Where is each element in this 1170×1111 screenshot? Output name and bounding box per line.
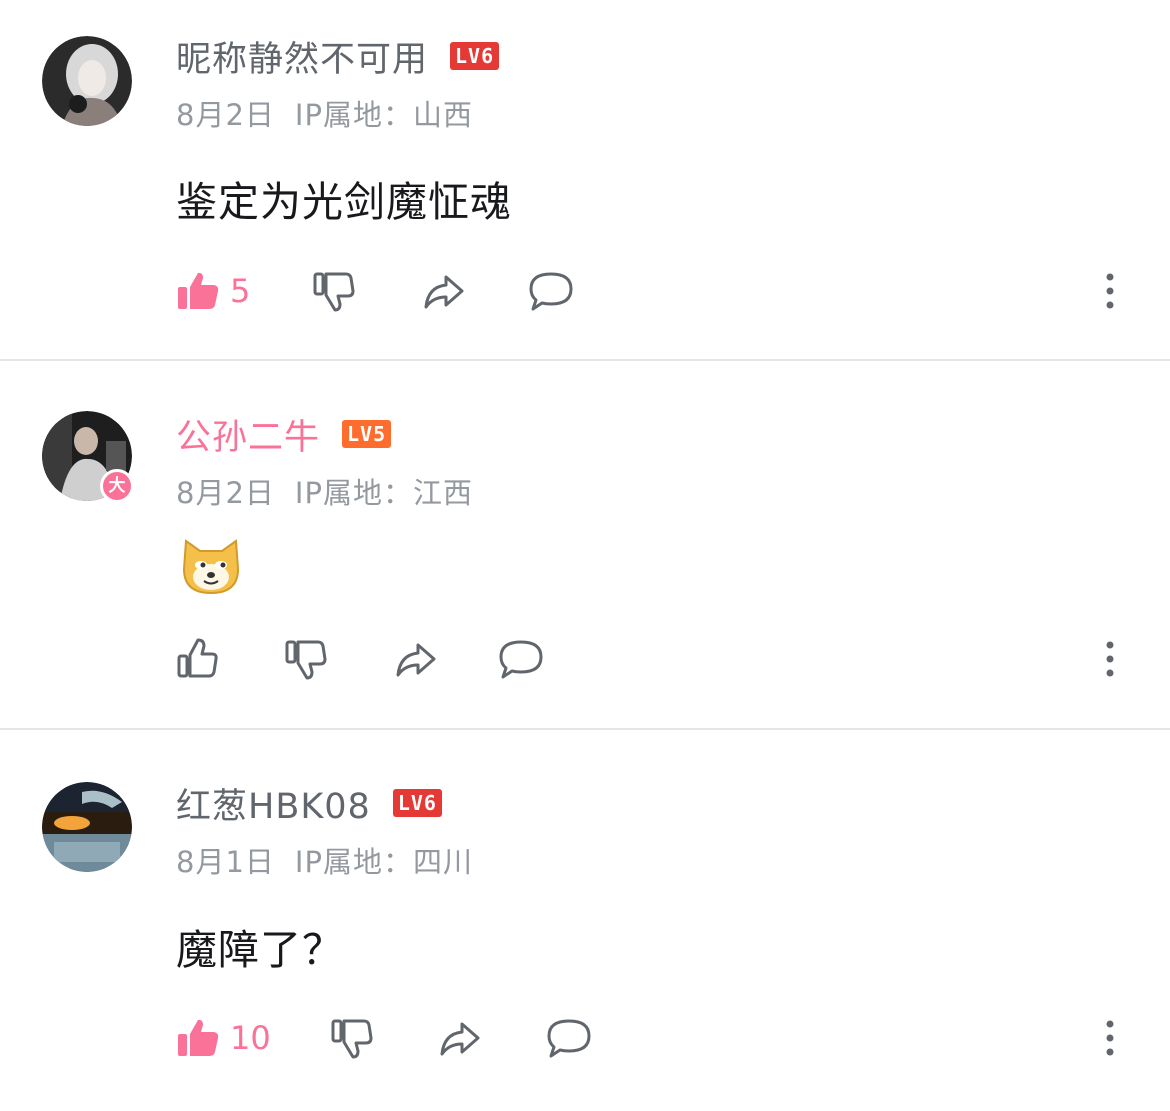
like-count: 5 bbox=[230, 272, 251, 310]
comment-bubble-icon bbox=[499, 640, 543, 679]
more-options-button[interactable] bbox=[1104, 1013, 1116, 1063]
ip-location: IP属地：江西 bbox=[294, 476, 473, 510]
name-row: 红葱HBK08 LV6 bbox=[176, 778, 442, 828]
avatar[interactable]: 大 bbox=[42, 411, 134, 503]
comment-meta: 8月1日 IP属地：四川 bbox=[176, 839, 473, 881]
thumbs-down-icon bbox=[331, 1019, 373, 1059]
user-avatar-game-scene-icon bbox=[42, 782, 132, 872]
like-button[interactable] bbox=[176, 634, 220, 684]
thumbs-down-icon bbox=[313, 272, 355, 312]
more-options-button[interactable] bbox=[1104, 634, 1116, 684]
reply-button[interactable] bbox=[498, 634, 544, 684]
more-options-button[interactable] bbox=[1104, 266, 1116, 316]
avatar[interactable] bbox=[42, 36, 132, 126]
comment-item: 红葱HBK08 LV6 8月1日 IP属地：四川 魔障了？ 10 bbox=[0, 730, 1170, 1111]
level-badge: LV5 bbox=[342, 420, 392, 448]
action-bar: 5 bbox=[176, 266, 1136, 316]
thumbs-up-filled-icon bbox=[178, 1019, 219, 1056]
share-button[interactable] bbox=[394, 634, 438, 684]
level-badge: LV6 bbox=[450, 42, 500, 70]
username[interactable]: 公孙二牛 bbox=[176, 409, 320, 460]
avatar[interactable] bbox=[42, 782, 132, 872]
dislike-button[interactable] bbox=[330, 1013, 374, 1063]
comment-bubble-icon bbox=[547, 1019, 591, 1058]
comment-date: 8月2日 bbox=[176, 476, 275, 510]
dislike-button[interactable] bbox=[284, 634, 328, 684]
comment-meta: 8月2日 IP属地：江西 bbox=[176, 470, 473, 512]
comment-date: 8月1日 bbox=[176, 845, 275, 879]
action-bar: 10 bbox=[176, 1013, 1136, 1063]
share-button[interactable] bbox=[422, 266, 466, 316]
thumbs-up-filled-icon bbox=[178, 272, 219, 309]
comment-feed: 昵称静然不可用 LV6 8月2日 IP属地：山西 鉴定为光剑魔怔魂 5 大 公孙… bbox=[0, 0, 1170, 1111]
ip-location: IP属地：山西 bbox=[294, 98, 473, 132]
username[interactable]: 昵称静然不可用 bbox=[176, 31, 428, 82]
user-avatar-grey-figure-icon bbox=[42, 36, 132, 126]
action-bar bbox=[176, 634, 1136, 684]
like-button[interactable]: 10 bbox=[176, 1013, 271, 1063]
comment-item: 大 公孙二牛 LV5 8月2日 IP属地：江西 bbox=[0, 361, 1170, 729]
comment-item: 昵称静然不可用 LV6 8月2日 IP属地：山西 鉴定为光剑魔怔魂 5 bbox=[0, 0, 1170, 360]
comment-date: 8月2日 bbox=[176, 98, 275, 132]
level-badge: LV6 bbox=[392, 789, 442, 817]
more-vertical-icon bbox=[1106, 641, 1114, 677]
comment-text: 鉴定为光剑魔怔魂 bbox=[176, 178, 512, 226]
big-member-badge: 大 bbox=[100, 469, 134, 503]
reply-button[interactable] bbox=[528, 266, 574, 316]
share-arrow-icon bbox=[440, 1022, 480, 1056]
username[interactable]: 红葱HBK08 bbox=[176, 778, 371, 829]
comment-bubble-icon bbox=[529, 272, 573, 311]
comment-meta: 8月2日 IP属地：山西 bbox=[176, 92, 473, 134]
share-arrow-icon bbox=[424, 275, 464, 309]
dislike-button[interactable] bbox=[312, 266, 356, 316]
thumbs-up-icon bbox=[177, 638, 218, 678]
doge-emoji-icon bbox=[180, 535, 242, 597]
more-vertical-icon bbox=[1106, 273, 1114, 309]
like-count: 10 bbox=[230, 1019, 271, 1057]
thumbs-down-icon bbox=[285, 640, 327, 680]
ip-location: IP属地：四川 bbox=[294, 845, 473, 879]
name-row: 公孙二牛 LV5 bbox=[176, 409, 392, 460]
share-button[interactable] bbox=[438, 1013, 482, 1063]
like-button[interactable]: 5 bbox=[176, 266, 250, 316]
comment-text: 魔障了？ bbox=[176, 926, 344, 974]
more-vertical-icon bbox=[1106, 1020, 1114, 1056]
reply-button[interactable] bbox=[546, 1013, 592, 1063]
name-row: 昵称静然不可用 LV6 bbox=[176, 31, 500, 82]
share-arrow-icon bbox=[396, 643, 436, 677]
